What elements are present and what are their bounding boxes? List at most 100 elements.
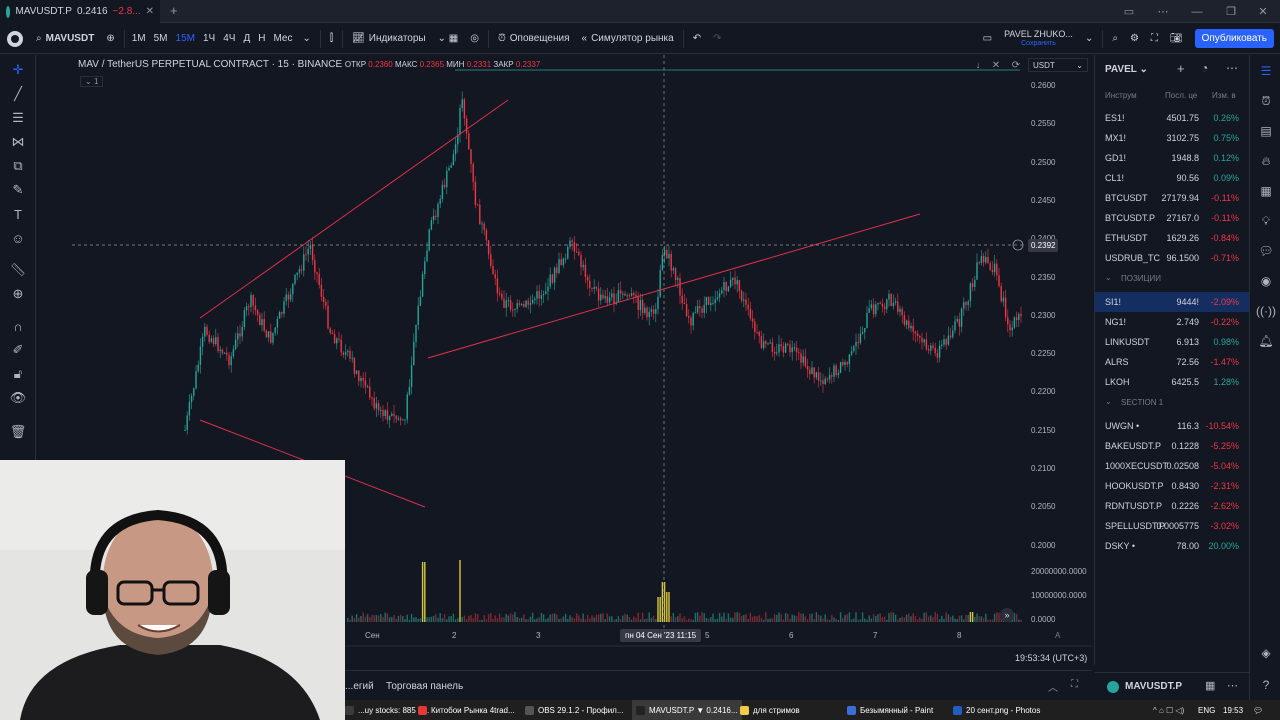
close-tab-icon[interactable]: ✕ [146, 6, 154, 17]
quick-search-icon[interactable]: ⌕ [1106, 24, 1124, 54]
taskbar-app[interactable]: OBS 29.1.2 - Профил... [525, 700, 624, 720]
taskbar-app[interactable]: ...uy stocks: 885 и... [345, 700, 429, 720]
watchlist-row[interactable]: CL1! 90.56 0.09% [1095, 168, 1249, 188]
undo-icon[interactable]: ↶ [687, 24, 707, 54]
simulator-button[interactable]: «Симулятор рынка [576, 24, 680, 54]
watchlist-row[interactable]: 1000XECUSDT 0.02508 -5.04% [1095, 456, 1249, 476]
chevron-down-icon[interactable]: ⌄ [1105, 273, 1112, 282]
emoji-icon[interactable]: ☺ [8, 228, 28, 248]
chevron-up-icon[interactable]: ︿ [1048, 679, 1058, 694]
watchlist-row[interactable]: BTCUSDT 27179.94 -0.11% [1095, 188, 1249, 208]
crosshair-icon[interactable]: ✛ [8, 60, 28, 80]
publish-button[interactable]: Опубликовать [1189, 24, 1280, 54]
col-price[interactable]: Посл. це [1165, 91, 1197, 100]
trendline-icon[interactable]: ╱ [8, 84, 28, 104]
chevron-down-icon[interactable]: ⌄ [1079, 24, 1099, 54]
candle-type-icon[interactable]: ⫿ [324, 24, 339, 54]
calendar-icon[interactable]: ▦ [1258, 183, 1274, 199]
watchlist-row[interactable]: ES1! 4501.75 0.26% [1095, 108, 1249, 128]
watchlist-icon[interactable]: ☰ [1258, 63, 1274, 79]
alerts-button[interactable]: ⏰︎ Оповещения [492, 24, 576, 54]
interval-Д[interactable]: Д [239, 24, 254, 54]
alerts-clock-icon[interactable]: ⏰︎ [1258, 93, 1274, 109]
text-icon[interactable]: T [8, 204, 28, 224]
currency-select[interactable]: USDT ⌄ [1028, 58, 1088, 72]
section-header[interactable]: SECTION 1 [1121, 398, 1163, 407]
zoom-icon[interactable]: ⊕ [8, 284, 28, 304]
watchlist-row[interactable]: GD1! 1948.8 0.12% [1095, 148, 1249, 168]
tray-icons[interactable]: ^ ⌂ ☐ ◁) [1153, 700, 1184, 720]
signal-icon[interactable]: ((·)) [1256, 303, 1276, 319]
col-symbol[interactable]: Инструм [1105, 91, 1137, 100]
footer-symbol[interactable]: MAVUSDT.P [1125, 681, 1182, 692]
layout-icon[interactable]: ▭ [977, 24, 998, 54]
watchlist-row[interactable]: UWGN • 116.3 -10.54% [1095, 416, 1249, 436]
close-icon[interactable]: ✕ [988, 58, 1004, 72]
forecast-icon[interactable]: ⧉ [8, 156, 28, 176]
taskbar-app[interactable]: для стримов [740, 700, 800, 720]
interval-1M[interactable]: 1M [128, 24, 150, 54]
fib-icon[interactable]: ☰ [8, 108, 28, 128]
chat-icon[interactable]: 💬︎ [1258, 243, 1274, 259]
interval-15M[interactable]: 15M [172, 24, 199, 54]
watchlist-row[interactable]: HOOKUSDT.P 0.8430 -2.31% [1095, 476, 1249, 496]
taskbar-app[interactable]: Китобои Рынка 4trad... [418, 700, 515, 720]
hotlist-icon[interactable]: 🔥︎ [1258, 153, 1274, 169]
magnet-icon[interactable]: ∩ [8, 316, 28, 336]
taskbar-app[interactable]: Безымянный - Paint [847, 700, 933, 720]
symbol-search-button[interactable]: ⌕ MAVUSDT [30, 24, 100, 54]
replay-circle-icon[interactable]: ◎ [464, 24, 485, 54]
camera-icon[interactable]: 📷︎ [1164, 24, 1189, 54]
data-window-icon[interactable]: ▤ [1258, 123, 1274, 139]
arrow-down-icon[interactable]: ↓ [970, 58, 986, 72]
watchlist-row[interactable]: DSKY • 78.00 20.00% [1095, 536, 1249, 556]
add-symbol-icon[interactable]: + [1177, 61, 1185, 76]
layers-icon[interactable]: ◈ [1258, 645, 1274, 661]
user-menu[interactable]: PAVEL ZHUKO... Сохранить [998, 24, 1079, 54]
watchlist-row[interactable]: LINKUSDT 6.913 0.98% [1095, 332, 1249, 352]
watchlist-row[interactable]: ETHUSDT 1629.26 -0.84% [1095, 228, 1249, 248]
lock-drawing-icon[interactable]: ✐ [8, 340, 28, 360]
trash-icon[interactable]: 🗑︎ [8, 422, 28, 442]
help-icon[interactable]: ? [1258, 677, 1274, 693]
lock-icon[interactable]: 🔓︎ [8, 364, 28, 384]
more-icon[interactable]: ⋯ [1227, 679, 1238, 692]
more-icon[interactable]: ⋯ [1226, 61, 1238, 75]
new-tab-icon[interactable]: + [170, 3, 178, 18]
watchlist-row[interactable]: BTCUSDT.P 27167.0 -0.11% [1095, 208, 1249, 228]
tab-trading-panel[interactable]: Торговая панель [386, 681, 463, 692]
interval-4Ч[interactable]: 4Ч [219, 24, 239, 54]
trendline-upper[interactable] [199, 99, 509, 319]
gear-icon[interactable]: ⚙︎ [1124, 24, 1145, 54]
maximize-panel-icon[interactable]: ⛶ [1071, 679, 1078, 690]
watchlist-row[interactable]: SPELLUSDT.P 0.0005775 -3.02% [1095, 516, 1249, 536]
legend-collapse-button[interactable]: ⌄ 1 [80, 76, 104, 87]
ruler-icon[interactable]: 📏︎ [8, 260, 28, 280]
notification-center-icon[interactable]: 💬︎ [1253, 700, 1263, 720]
col-change[interactable]: Изм. в [1212, 91, 1236, 100]
pattern-icon[interactable]: ⋈ [8, 132, 28, 152]
compare-add-icon[interactable]: ⊕ [100, 24, 120, 54]
tab-strategy-tester[interactable]: ...егий [345, 681, 374, 692]
watchlist-row[interactable]: NG1! 2.749 -0.22% [1095, 312, 1249, 332]
taskbar-app[interactable]: 20 сент.png - Photos [953, 700, 1040, 720]
tv-logo-icon[interactable] [0, 24, 30, 54]
watchlist-row[interactable]: SI1! 9444! -2.09% [1095, 292, 1249, 312]
close-window-icon[interactable]: ✕ [1246, 0, 1280, 23]
scroll-right-button[interactable]: » [1000, 608, 1014, 622]
refresh-icon[interactable]: ⟳ [1008, 58, 1024, 72]
advanced-view-icon[interactable]: ◔ [1201, 61, 1208, 75]
chevron-down-icon[interactable]: ⌄ [296, 24, 316, 54]
templates-icon[interactable]: ⌄ ▦ [432, 24, 465, 54]
auto-scale-icon[interactable]: A [1055, 631, 1060, 640]
interval-Н[interactable]: Н [254, 24, 269, 54]
trendline-support[interactable] [427, 213, 921, 359]
section-header[interactable]: ПОЗИЦИИ [1121, 274, 1161, 283]
interval-1Ч[interactable]: 1Ч [199, 24, 219, 54]
menu-dots-icon[interactable]: ⋯ [1146, 0, 1180, 23]
watchlist-row[interactable]: LKOH 6425.5 1.28% [1095, 372, 1249, 392]
eye-icon[interactable]: 👁︎ [8, 388, 28, 408]
utc-clock[interactable]: 19:53:34 (UTC+3) [1015, 653, 1087, 663]
chevron-down-icon[interactable]: ⌄ [1105, 397, 1112, 406]
brush-icon[interactable]: ✎ [8, 180, 28, 200]
